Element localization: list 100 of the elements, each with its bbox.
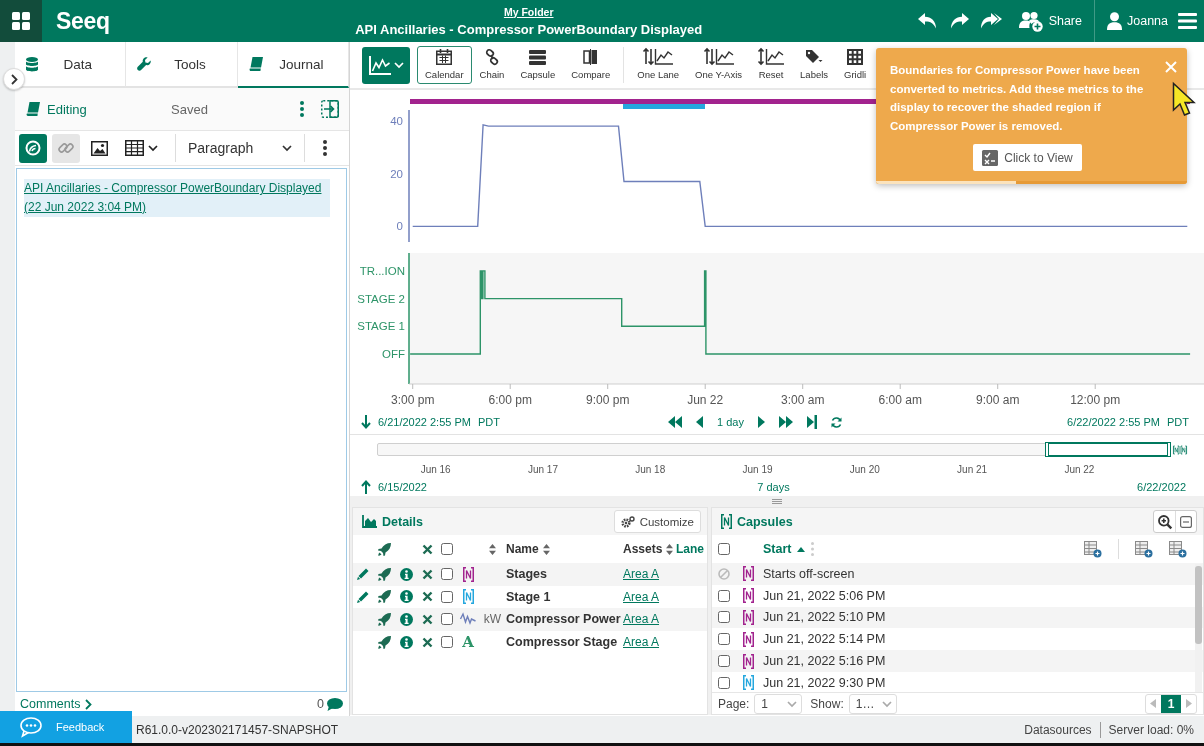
range-end[interactable]: 6/22/2022 2:55 PM — [1067, 416, 1160, 428]
menu-icon[interactable] — [1178, 13, 1197, 29]
overview-start[interactable]: 6/15/2022 — [378, 481, 427, 493]
step-back-icon[interactable] — [696, 416, 704, 428]
details-row[interactable]: kW Compressor Power Area A — [353, 608, 707, 631]
range-start[interactable]: 6/21/2022 2:55 PM — [378, 416, 471, 428]
details-row[interactable]: Stages Area A — [353, 563, 707, 586]
step-forward-icon[interactable] — [757, 416, 765, 428]
toolbar-button[interactable]: Labels — [792, 46, 837, 84]
page-button[interactable]: 1 — [1161, 694, 1181, 713]
journal-link[interactable]: API Ancillaries - Compressor PowerBoundary Displayed (22 Jun 2022 3:04 PM) — [24, 179, 330, 217]
toolbar-button[interactable]: One Y-Axis — [687, 46, 751, 84]
page-select[interactable]: 1 — [754, 693, 803, 714]
journal-editor[interactable]: API Ancillaries - Compressor PowerBoundary Displayed (22 Jun 2022 3:04 PM) — [16, 168, 347, 692]
down-arrow-icon[interactable] — [361, 415, 371, 429]
info-icon[interactable] — [399, 567, 413, 581]
overview-span[interactable]: 7 days — [757, 481, 790, 493]
apps-button[interactable] — [0, 0, 42, 42]
asset-link[interactable]: Area A — [623, 567, 660, 582]
column-header[interactable]: Lane — [676, 542, 704, 556]
sort-icon[interactable] — [542, 543, 550, 555]
rocket-icon[interactable] — [377, 635, 391, 649]
panel-tab[interactable]: Tools — [126, 42, 238, 88]
scrollbar-track[interactable] — [1195, 564, 1202, 692]
select-all-checkbox[interactable] — [718, 543, 730, 555]
row-checkbox[interactable] — [718, 655, 730, 668]
dock-panel-icon[interactable] — [321, 100, 339, 118]
datasources-link[interactable]: Datasources — [1024, 722, 1092, 737]
toolbar-button[interactable]: Calendar — [417, 46, 472, 84]
toolbar-button[interactable]: Reset — [750, 46, 793, 84]
bracket-zigzag-pair-icon[interactable] — [1173, 442, 1187, 457]
info-icon[interactable] — [399, 590, 413, 604]
column-header[interactable]: Name — [506, 542, 539, 556]
row-checkbox[interactable] — [441, 636, 453, 649]
chart-type-button[interactable] — [362, 46, 410, 84]
remove-icon[interactable] — [421, 636, 433, 648]
rocket-icon[interactable] — [377, 542, 391, 556]
rocket-icon[interactable] — [377, 567, 391, 581]
fast-back-icon[interactable] — [668, 416, 683, 428]
page-size-select[interactable]: 1… — [848, 693, 897, 714]
overview-end[interactable]: 6/22/2022 — [1137, 481, 1186, 493]
asset-link[interactable]: Area A — [623, 635, 660, 650]
remove-icon[interactable] — [421, 591, 433, 603]
up-arrow-icon[interactable] — [361, 480, 371, 494]
panel-tab[interactable]: Journal — [237, 42, 349, 88]
row-checkbox[interactable] — [718, 676, 730, 689]
column-grip-icon[interactable] — [811, 542, 815, 556]
sort-icon[interactable] — [489, 543, 496, 555]
insert-content-button[interactable] — [19, 133, 47, 163]
share-button[interactable]: Share — [1018, 10, 1082, 32]
row-checkbox[interactable] — [718, 633, 730, 646]
redo-icon[interactable] — [948, 12, 969, 30]
redo-all-icon[interactable] — [979, 12, 1002, 30]
pencil-icon[interactable] — [357, 568, 369, 581]
add-column-icon[interactable] — [1084, 540, 1102, 558]
row-checkbox[interactable] — [718, 611, 730, 624]
toolbar-button[interactable]: One Lane — [629, 46, 688, 84]
add-column-icon[interactable] — [1135, 540, 1153, 558]
step-size-button[interactable]: 1 day — [717, 416, 744, 428]
toolbar-button[interactable]: Chain — [471, 46, 513, 84]
column-header[interactable]: Start — [763, 542, 792, 556]
row-checkbox[interactable] — [718, 589, 730, 602]
fast-forward-icon[interactable] — [778, 416, 793, 428]
info-icon[interactable] — [399, 635, 413, 649]
time-range-track[interactable] — [377, 443, 1170, 456]
row-checkbox[interactable] — [441, 590, 453, 603]
scrollbar-thumb[interactable] — [1195, 566, 1202, 644]
remove-icon[interactable] — [421, 614, 433, 625]
kebab-menu-icon[interactable] — [323, 140, 327, 156]
rocket-icon[interactable] — [377, 613, 391, 626]
time-window-handle[interactable] — [1045, 442, 1171, 457]
asset-link[interactable]: Area A — [623, 589, 660, 604]
pencil-icon[interactable] — [357, 590, 369, 603]
remove-icon[interactable] — [421, 568, 433, 580]
customize-button[interactable]: Customize — [613, 510, 701, 533]
skip-to-end-icon[interactable] — [806, 415, 817, 429]
add-column-icon[interactable] — [1169, 540, 1187, 558]
toolbar-button[interactable]: Gridli — [836, 46, 875, 84]
info-icon[interactable] — [399, 613, 413, 626]
sort-ascending-icon[interactable] — [797, 546, 806, 552]
toolbar-button[interactable]: Compare — [563, 46, 619, 84]
user-menu-button[interactable]: Joanna — [1107, 12, 1168, 30]
row-checkbox[interactable] — [441, 568, 453, 581]
resize-grip-icon[interactable] — [772, 499, 782, 504]
comments-toggle[interactable]: Comments — [20, 697, 93, 711]
undo-icon[interactable] — [917, 12, 938, 30]
toolbar-button[interactable]: Capsule — [512, 46, 564, 84]
refresh-icon[interactable] — [830, 416, 842, 428]
column-header[interactable]: Assets — [623, 542, 663, 556]
rocket-icon[interactable] — [377, 590, 391, 604]
remove-all-icon[interactable] — [421, 543, 433, 555]
click-to-view-button[interactable]: Click to View — [973, 144, 1082, 171]
state-label: STAGE 2 — [357, 292, 405, 305]
sort-icon[interactable] — [666, 543, 674, 555]
chat-bubble-icon — [20, 717, 42, 737]
block-format-select[interactable]: Paragraph — [182, 133, 298, 163]
asset-link[interactable]: Area A — [623, 612, 660, 627]
folder-link[interactable]: My Folder — [503, 4, 554, 19]
select-all-checkbox[interactable] — [441, 543, 453, 555]
row-checkbox[interactable] — [441, 613, 453, 626]
